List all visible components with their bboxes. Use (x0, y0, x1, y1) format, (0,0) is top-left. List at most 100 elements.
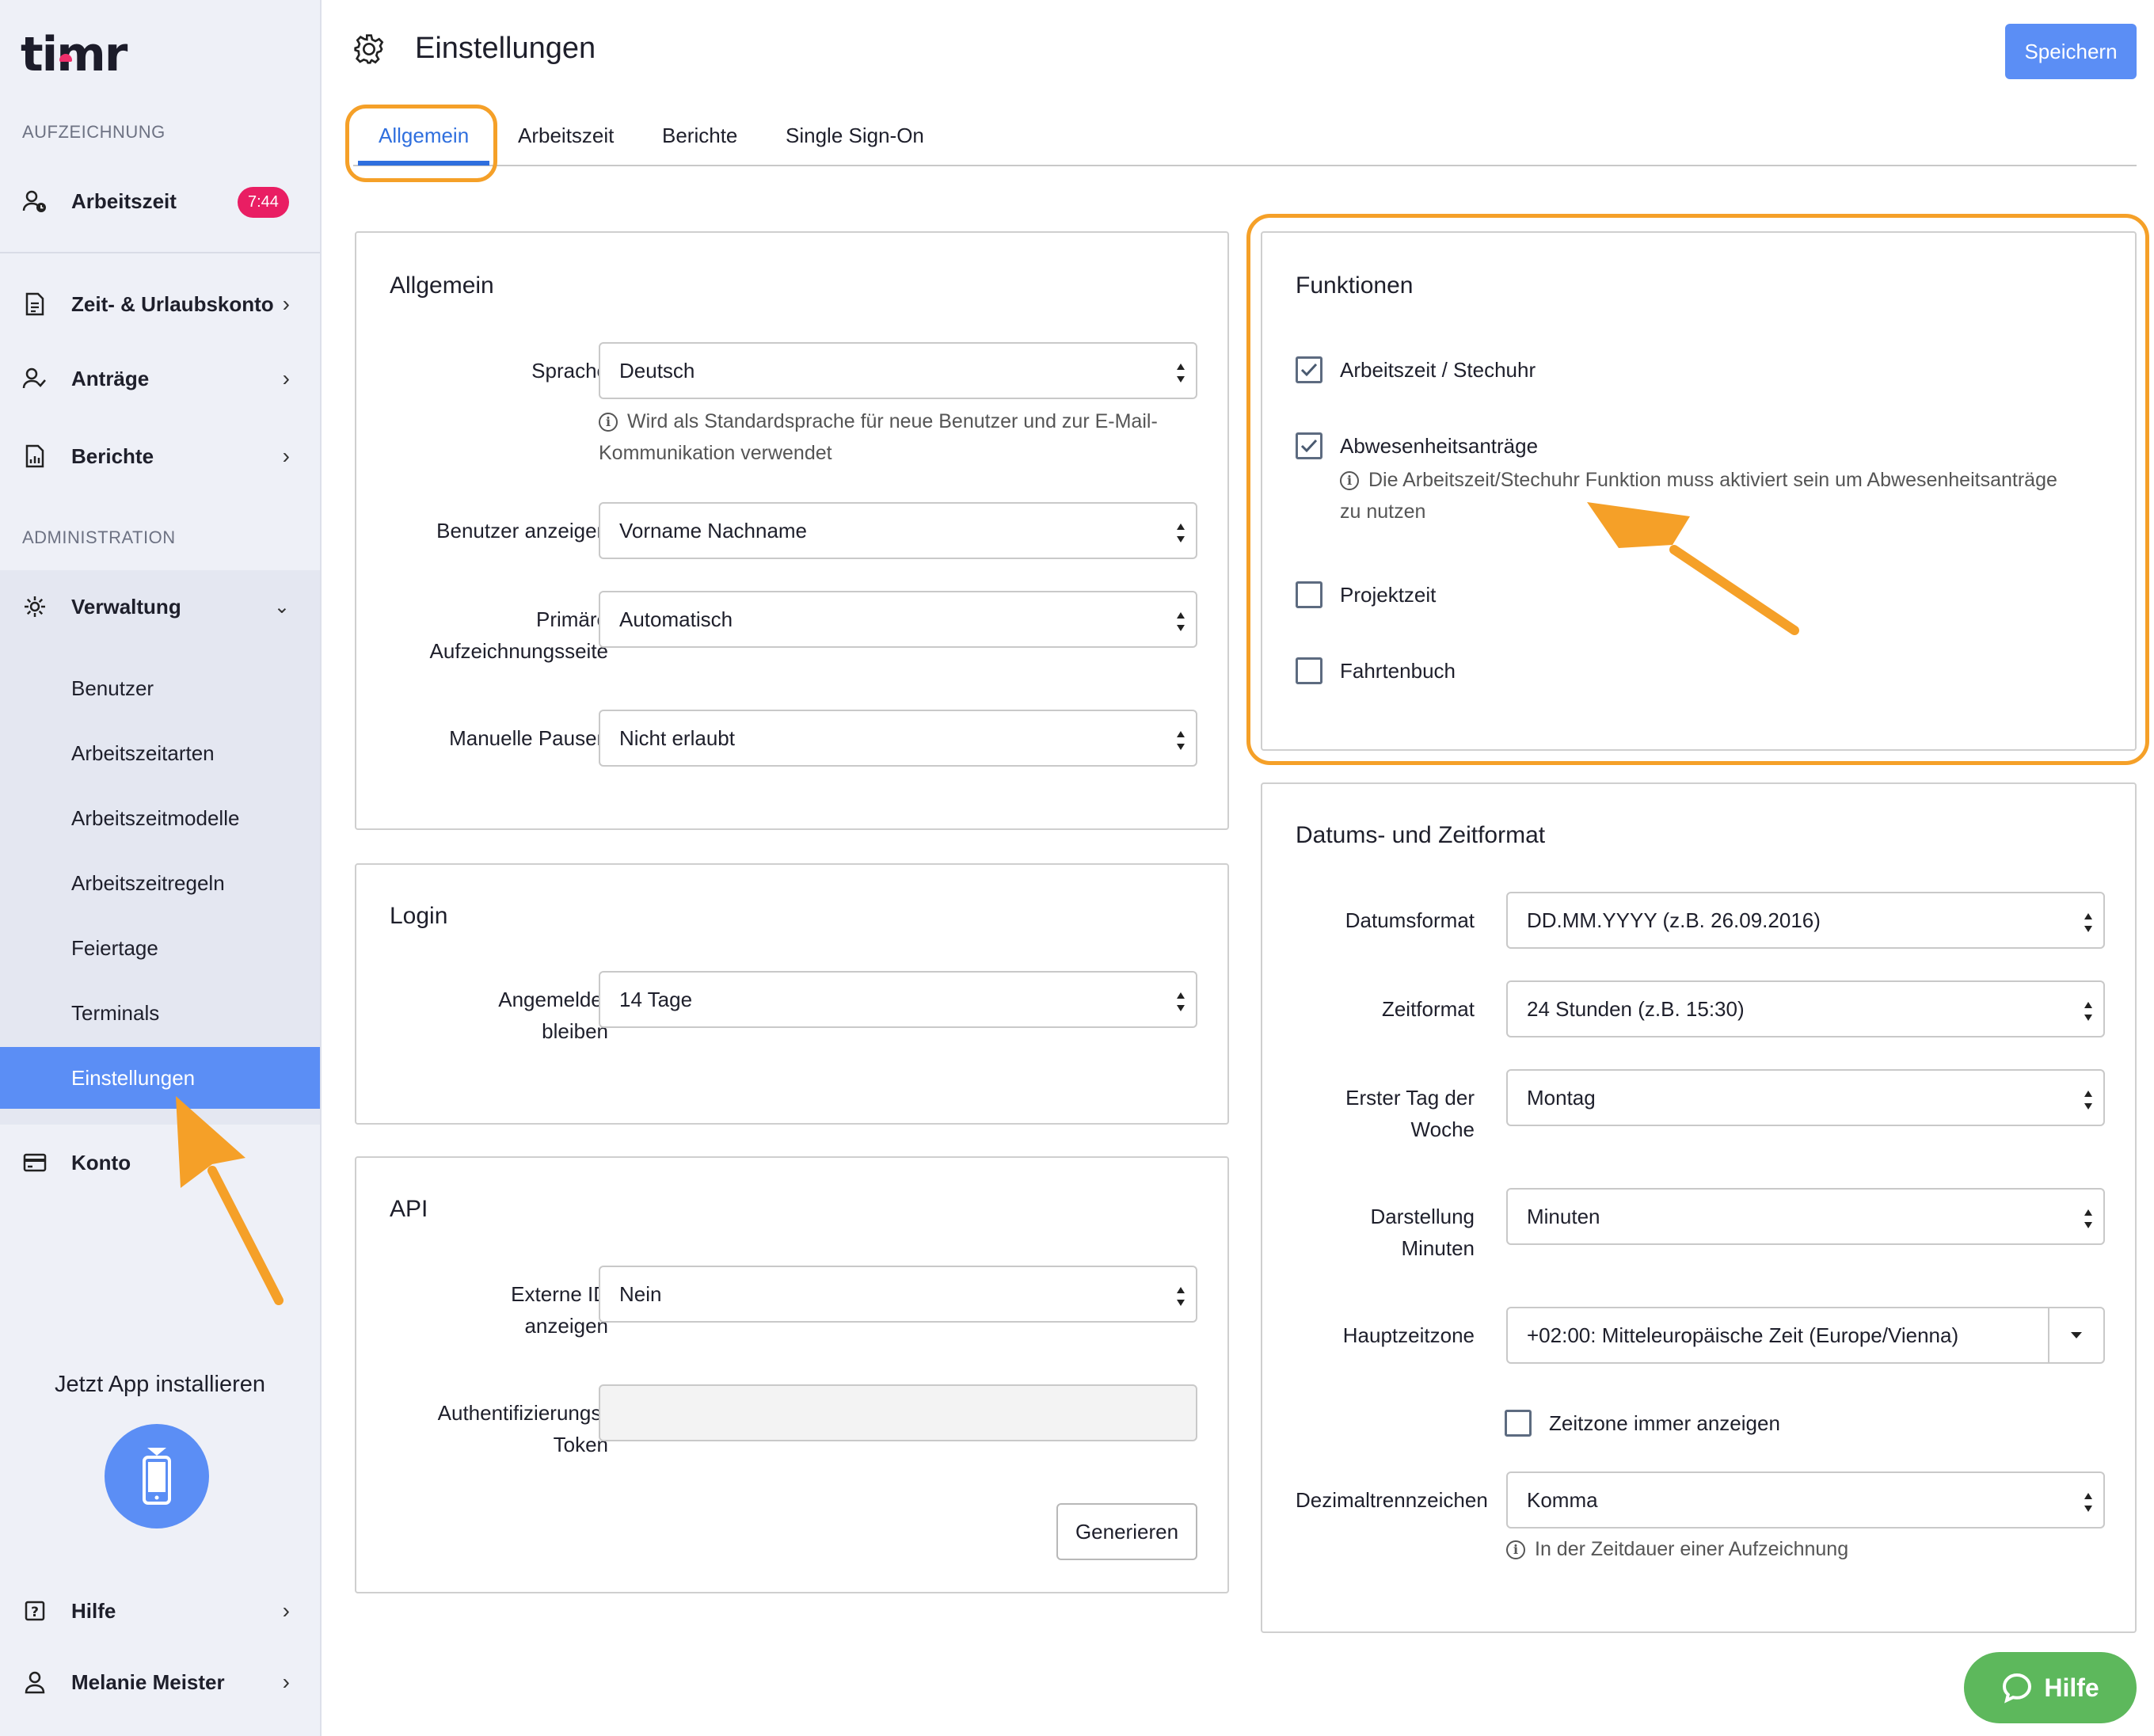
chevron-right-icon: › (282, 444, 290, 468)
minutes-display-label: Darstellung Minuten (1370, 1205, 1475, 1260)
time-format-select[interactable]: 24 Stunden (z.B. 15:30) (1506, 980, 2105, 1037)
save-button[interactable]: Speichern (2005, 24, 2137, 79)
select-value: 14 Tage (619, 987, 693, 1011)
select-arrows-icon (2084, 1209, 2092, 1228)
sidebar-item-label: Berichte (71, 444, 154, 468)
minutes-display-select[interactable]: Minuten (1506, 1188, 2105, 1245)
sidebar-subitem-arbeitszeitmodelle[interactable]: Arbeitszeitmodelle (0, 787, 320, 849)
sidebar-subitem-label: Arbeitszeitmodelle (71, 805, 240, 830)
date-format-label: Datumsformat (1345, 908, 1475, 932)
time-format-label: Zeitformat (1381, 997, 1475, 1021)
select-arrows-icon (1177, 992, 1185, 1011)
tab-berichte[interactable]: Berichte (662, 124, 737, 148)
sidebar-item-zeitkonto[interactable]: Zeit- & Urlaubskonto › (0, 272, 320, 336)
card-title: Datums- und Zeitformat (1296, 822, 1546, 848)
sidebar-item-berichte[interactable]: Berichte › (0, 424, 320, 488)
tab-arbeitszeit[interactable]: Arbeitszeit (518, 124, 614, 148)
first-day-select[interactable]: Montag (1506, 1069, 2105, 1126)
sidebar-subitem-label: Einstellungen (71, 1065, 196, 1090)
highlight-tab-annotation (345, 105, 497, 182)
select-arrows-icon (2084, 1002, 2092, 1021)
sidebar-item-label: Hilfe (71, 1598, 116, 1623)
sidebar: timr AUFZEICHNUNG Arbeitszeit 7:44 Zeit-… (0, 0, 322, 1736)
select-arrows-icon (2084, 1091, 2092, 1110)
generate-button[interactable]: Generieren (1056, 1503, 1197, 1560)
card-api: API Externe ID anzeigen Nein Authentifizi… (355, 1156, 1229, 1593)
select-value: Minuten (1527, 1204, 1600, 1228)
checkbox-always-show-timezone[interactable] (1505, 1410, 1532, 1437)
sidebar-subitem-label: Terminals (71, 1000, 160, 1025)
user-clock-icon (22, 188, 48, 214)
select-arrows-icon (2084, 1493, 2092, 1512)
sidebar-item-label: Melanie Meister (71, 1669, 225, 1694)
sidebar-subitem-benutzer[interactable]: Benutzer (0, 657, 320, 719)
smartphone-icon (143, 1448, 171, 1505)
card-datetime: Datums- und Zeitformat Datumsformat DD.M… (1261, 782, 2137, 1633)
checkbox-label: Zeitzone immer anzeigen (1549, 1411, 1780, 1435)
sidebar-subitem-einstellungen[interactable]: Einstellungen (0, 1047, 320, 1109)
card-title: API (390, 1196, 428, 1222)
sidebar-item-konto[interactable]: Konto (0, 1131, 320, 1194)
sidebar-item-label: Zeit- & Urlaubskonto (71, 291, 274, 316)
select-arrows-icon (1177, 1287, 1185, 1306)
sidebar-subitem-feiertage[interactable]: Feiertage (0, 917, 320, 979)
user-check-icon (22, 366, 48, 391)
sidebar-item-hilfe[interactable]: ? Hilfe › (0, 1579, 320, 1643)
select-arrows-icon (1177, 523, 1185, 542)
sidebar-subitem-label: Feiertage (71, 935, 158, 960)
show-users-select[interactable]: Vorname Nachname (599, 502, 1197, 559)
sidebar-item-label: Konto (71, 1150, 131, 1174)
sidebar-item-verwaltung[interactable]: Verwaltung ⌄ (0, 575, 320, 638)
external-id-select[interactable]: Nein (599, 1266, 1197, 1323)
sidebar-subitem-terminals[interactable]: Terminals (0, 982, 320, 1044)
sidebar-subitem-arbeitszeitarten[interactable]: Arbeitszeitarten (0, 722, 320, 784)
sidebar-subitem-label: Arbeitszeitarten (71, 740, 215, 765)
manual-breaks-label: Manuelle Pausen (449, 726, 608, 750)
primary-page-label: Primäre Aufzeichnungsseite (429, 607, 608, 663)
sidebar-subitem-arbeitszeitregeln[interactable]: Arbeitszeitregeln (0, 852, 320, 914)
stay-logged-in-label: Angemeldet bleiben (498, 988, 608, 1043)
select-arrows-icon (1177, 731, 1185, 750)
chevron-down-icon: ⌄ (273, 596, 290, 618)
timezone-select[interactable]: +02:00: Mitteleuropäische Zeit (Europe/V… (1506, 1307, 2105, 1364)
language-select[interactable]: Deutsch (599, 342, 1197, 399)
sidebar-item-arbeitszeit[interactable]: Arbeitszeit 7:44 (0, 169, 320, 233)
sidebar-item-label: Verwaltung (71, 594, 181, 619)
sidebar-item-label: Anträge (71, 366, 150, 390)
select-arrows-icon (1177, 364, 1185, 383)
select-value: Vorname Nachname (619, 518, 808, 542)
sidebar-item-user[interactable]: Melanie Meister › (0, 1650, 320, 1714)
sidebar-subitem-label: Benutzer (71, 676, 154, 700)
sidebar-subitem-label: Arbeitszeitregeln (71, 870, 225, 895)
app-install-button[interactable] (105, 1424, 209, 1529)
decimal-help: i In der Zeitdauer einer Aufzeichnung (1506, 1533, 2105, 1565)
select-value: Nicht erlaubt (619, 725, 735, 750)
help-chat-button[interactable]: Hilfe (1964, 1652, 2137, 1723)
decimal-separator-select[interactable]: Komma (1506, 1471, 2105, 1529)
settings-gear-icon (353, 33, 385, 69)
user-icon (22, 1669, 48, 1695)
gear-icon (22, 594, 48, 619)
manual-breaks-select[interactable]: Nicht erlaubt (599, 710, 1197, 767)
show-users-label: Benutzer anzeigen (436, 519, 608, 542)
help-icon: ? (22, 1598, 48, 1624)
chevron-right-icon: › (282, 1598, 290, 1623)
section-label-admin: ADMINISTRATION (22, 527, 176, 547)
auth-token-input[interactable] (599, 1384, 1197, 1441)
select-value: DD.MM.YYYY (z.B. 26.09.2016) (1527, 908, 1821, 932)
sidebar-item-antraege[interactable]: Anträge › (0, 347, 320, 410)
chevron-right-icon: › (282, 1669, 290, 1694)
select-value: Montag (1527, 1085, 1596, 1110)
select-value: Nein (619, 1281, 662, 1306)
stay-logged-in-select[interactable]: 14 Tage (599, 971, 1197, 1028)
language-label: Sprache (531, 359, 608, 383)
tab-single-sign-on[interactable]: Single Sign-On (786, 124, 924, 148)
section-label-recording: AUFZEICHNUNG (22, 122, 166, 142)
sidebar-item-label: Arbeitszeit (71, 188, 177, 213)
timezone-dropdown-button[interactable] (2048, 1308, 2103, 1362)
select-value: 24 Stunden (z.B. 15:30) (1527, 996, 1745, 1021)
date-format-select[interactable]: DD.MM.YYYY (z.B. 26.09.2016) (1506, 892, 2105, 949)
timr-logo[interactable]: timr (21, 27, 127, 82)
primary-page-select[interactable]: Automatisch (599, 591, 1197, 648)
timezone-label: Hauptzeitzone (1342, 1323, 1475, 1347)
